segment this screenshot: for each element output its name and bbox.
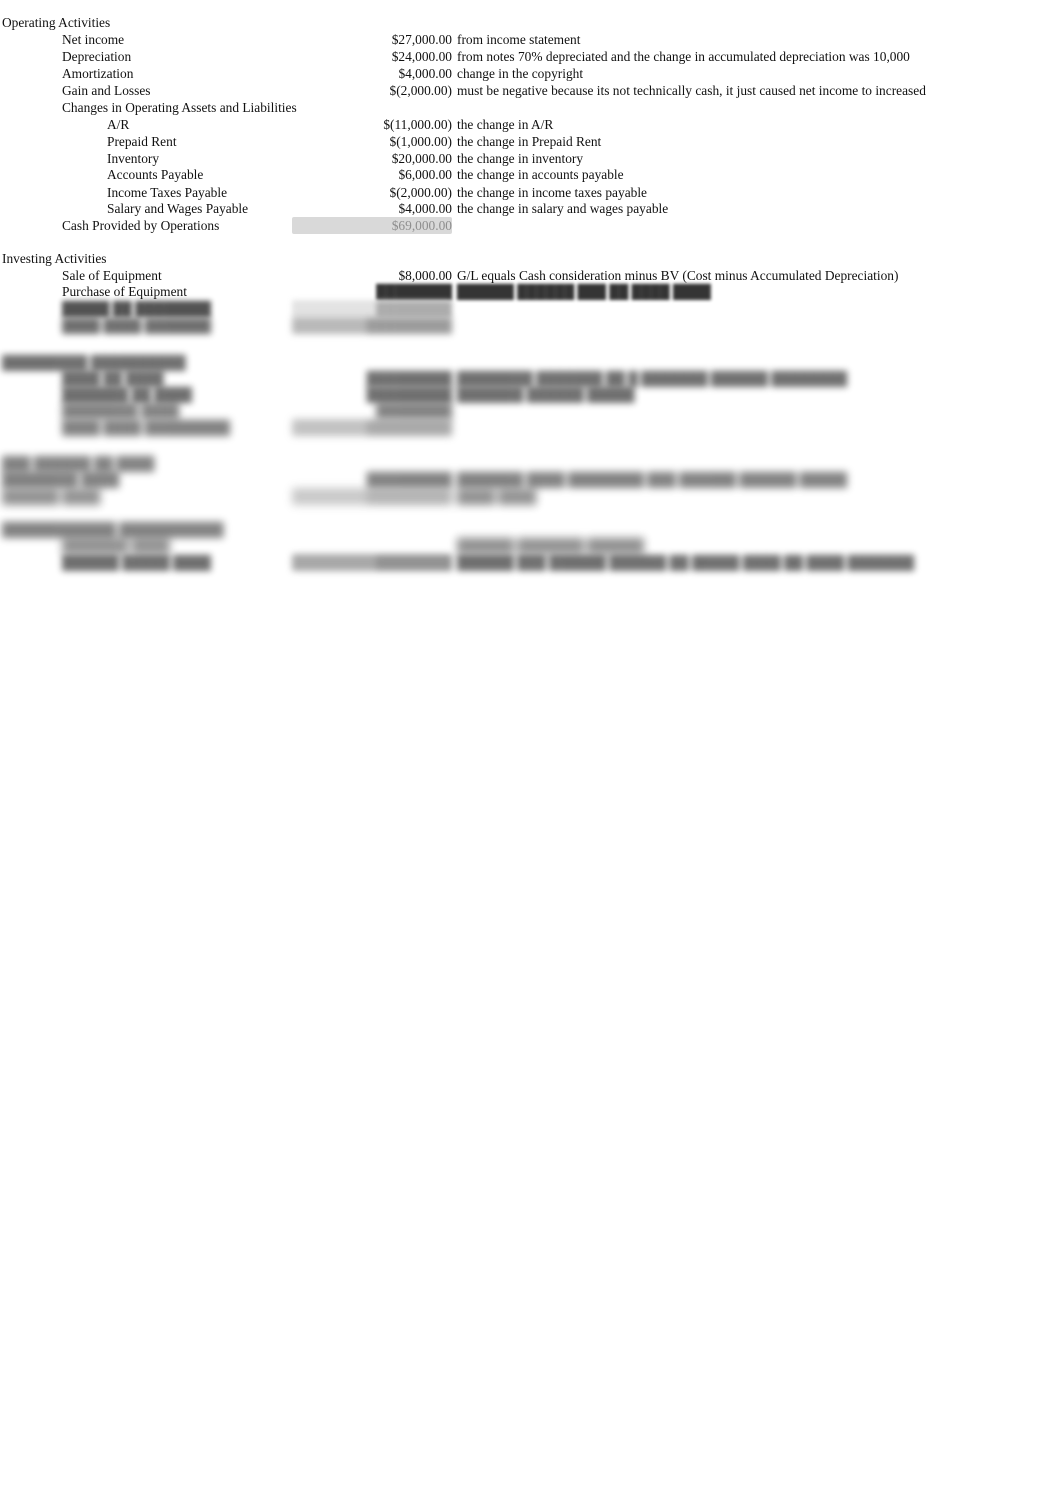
table-row-ar[interactable]: A/R $(11,000.00) the change in A/R [0,116,1062,133]
row-note: the change in A/R [457,117,554,132]
row-note: ███████ ████ ████████ ███ ██████ ██████ … [457,472,848,487]
row-amount: $8,000.00 [398,268,452,283]
table-row-inventory[interactable]: Inventory $20,000.00 the change in inven… [0,150,1062,167]
table-row-redacted[interactable]: ███████ ████ ██████ ███████ ██████ [0,537,1062,554]
row-amount: $20,000.00 [391,151,452,166]
row-note: G/L equals Cash consideration minus BV (… [457,268,899,283]
row-amount: $4,000.00 [398,66,452,81]
row-label: Prepaid Rent [107,134,177,149]
table-row-redacted[interactable]: ████████ ████ █████████ ███████ ████ ███… [0,471,1062,488]
row-label: ███████ ████ [62,538,170,553]
section-heading-redacted: ███ ██████ ██ ████ [0,455,1062,472]
row-note: ██████ ███ ██████ ██████ ██ █████ ████ █… [457,555,915,570]
row-label: Inventory [107,151,160,166]
row-amount: ████████ [292,300,452,317]
row-label: ██████ █████ ████ [62,555,212,570]
row-label: ████ ████ █████████ [62,420,230,435]
table-row-depreciation[interactable]: Depreciation $24,000.00 from notes 70% d… [0,48,1062,65]
row-amount: █████████ [366,371,452,386]
row-label: ████ ██ ████ [62,371,164,386]
row-amount: █████████ [366,472,452,487]
table-row-redacted[interactable]: ██████ █████ ████ ████████ ██████ ███ ██… [0,554,1062,571]
row-note: the change in accounts payable [457,167,624,182]
row-amount: $69,000.00 [292,217,452,234]
row-label: ██████ ████ [2,489,101,504]
row-label: Accounts Payable [107,167,204,182]
row-label: Changes in Operating Assets and Liabilit… [62,100,297,115]
row-label: █████ ██ ████████ [62,301,212,316]
table-row-sale-of-equipment[interactable]: Sale of Equipment $8,000.00 G/L equals C… [0,267,1062,284]
row-label: Salary and Wages Payable [107,201,249,216]
row-amount: $4,000.00 [398,201,452,216]
table-row-cash-provided-by-operations[interactable]: Cash Provided by Operations $69,000.00 [0,217,1062,234]
section-heading-redacted: ████████████ ███████████ [0,521,1062,538]
table-row-redacted[interactable]: ████ ████ █████████ █████████ [0,419,1062,436]
row-note: the change in income taxes payable [457,185,647,200]
row-note: from notes 70% depreciated and the chang… [457,49,910,64]
row-label: ███████ ██ ████ [62,387,193,402]
table-row-gain-and-losses[interactable]: Gain and Losses $(2,000.00) must be nega… [0,82,1062,99]
row-amount: $(1,000.00) [389,134,452,149]
table-row-prepaid-rent[interactable]: Prepaid Rent $(1,000.00) the change in P… [0,133,1062,150]
row-label: Sale of Equipment [62,268,162,283]
row-label: ████████ ████ [2,472,120,487]
table-row-amortization[interactable]: Amortization $4,000.00 change in the cop… [0,65,1062,82]
row-label: Cash Provided by Operations [62,218,220,233]
row-note: from income statement [457,32,581,47]
row-note: must be negative because its not technic… [457,83,926,98]
row-label: ████ ████ ███████ [62,318,212,333]
table-row-redacted[interactable]: ██████ ████ █████████ ████ ████ [0,488,1062,505]
table-row-purchase-of-equipment[interactable]: Purchase of Equipment ████████ ██████ ██… [0,283,1062,300]
row-label: A/R [107,117,130,132]
table-row-changes-in-operating-assets-and-liabilities[interactable]: Changes in Operating Assets and Liabilit… [0,99,1062,116]
row-amount: ████████ [376,284,452,299]
row-label: Net income [62,32,125,47]
section-heading-label: █████████ ██████████ [2,355,186,370]
row-amount: █████████ [292,419,452,436]
table-row-salary-and-wages-payable[interactable]: Salary and Wages Payable $4,000.00 the c… [0,200,1062,217]
table-row-income-taxes-payable[interactable]: Income Taxes Payable $(2,000.00) the cha… [0,184,1062,201]
row-label: Depreciation [62,49,132,64]
row-note: the change in salary and wages payable [457,201,669,216]
row-note: ██████ ███████ ██████ [457,538,644,553]
row-amount: $(2,000.00) [389,83,452,98]
row-amount: $27,000.00 [391,32,452,47]
table-row-redacted[interactable]: █████ ██ ████████ ████████ [0,300,1062,317]
row-amount: $(2,000.00) [389,185,452,200]
table-row-redacted[interactable]: ████ ██ ████ █████████ ████████ ███████ … [0,370,1062,387]
row-note: ██████ ██████ ███ ██ ████ ████ [457,284,711,299]
table-row-redacted[interactable]: ████ ████ ███████ █████████ [0,317,1062,334]
row-label: Gain and Losses [62,83,151,98]
row-label: Purchase of Equipment [62,284,187,299]
section-heading-redacted: █████████ ██████████ [0,354,1062,371]
row-note: ███████ ██████ █████ [457,387,635,402]
row-amount: $6,000.00 [398,167,452,182]
row-amount: █████████ [292,317,452,334]
row-label: Amortization [62,66,134,81]
row-note: the change in inventory [457,151,584,166]
section-heading-label: ███ ██████ ██ ████ [2,456,155,471]
row-note: ████████ ███████ ██ █ ███████ ██████ ███… [457,371,848,386]
table-row-net-income[interactable]: Net income $27,000.00 from income statem… [0,31,1062,48]
row-amount: ████████ [292,554,452,571]
row-note: ████ ████ [457,489,537,504]
row-note: change in the copyright [457,66,584,81]
table-row-redacted[interactable]: ███████ ██ ████ █████████ ███████ ██████… [0,386,1062,403]
section-heading-operating-activities: Operating Activities [0,14,1062,31]
row-amount: █████████ [292,488,452,505]
row-note: the change in Prepaid Rent [457,134,602,149]
cash-flow-statement-sheet: Operating Activities Net income $27,000.… [0,0,1062,1506]
section-heading-investing-activities: Investing Activities [0,250,1062,267]
section-heading-label: Investing Activities [2,251,107,266]
row-amount: $24,000.00 [391,49,452,64]
row-label: ████████ ████ [62,403,180,418]
table-row-redacted[interactable]: ████████ ████ ████████ [0,402,1062,419]
row-amount: █████████ [366,387,452,402]
row-label: Income Taxes Payable [107,185,228,200]
section-heading-label: Operating Activities [2,15,111,30]
section-heading-label: ████████████ ███████████ [2,522,224,537]
row-amount: $(11,000.00) [383,117,452,132]
row-amount: ████████ [376,403,452,418]
table-row-accounts-payable[interactable]: Accounts Payable $6,000.00 the change in… [0,166,1062,183]
